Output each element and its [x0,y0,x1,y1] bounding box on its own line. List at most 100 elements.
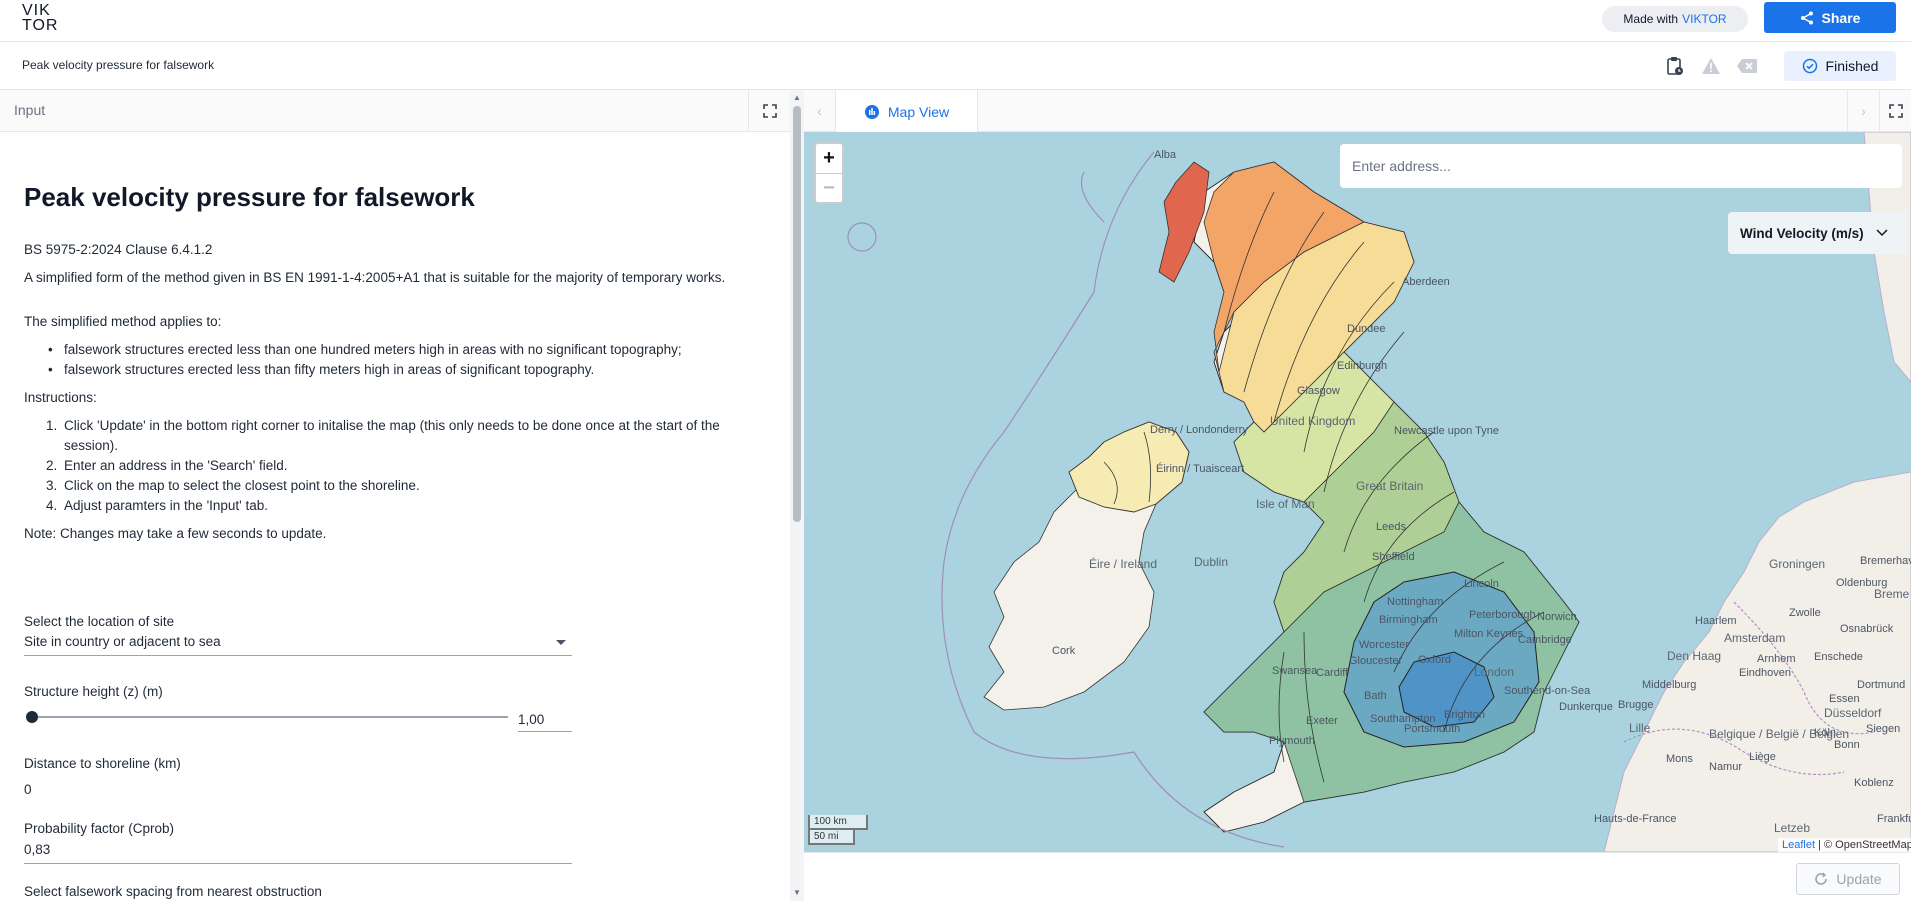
map-label: Norwich [1537,611,1577,623]
clear-icon[interactable] [1735,54,1759,78]
expand-input-button[interactable] [748,90,790,132]
zoom-in-button[interactable]: + [816,144,842,173]
map-label: Bath [1364,690,1387,702]
map-attribution: Leaflet | © OpenStreetMap [1778,838,1911,852]
map-label: Cork [1052,645,1076,657]
distance-label: Distance to shoreline (km) [24,756,181,771]
location-label: Select the location of site [24,614,175,629]
map-label: Peterborough [1469,609,1536,621]
input-scrollbar[interactable]: ▲ ▼ [790,90,804,901]
viktor-logo[interactable]: VIK TOR [22,3,62,37]
map-label: Middelburg [1642,679,1696,691]
spacing-label: Select falsework spacing from nearest ob… [24,884,322,899]
map-label: Essen [1829,693,1860,705]
map-label: Enschede [1814,651,1863,663]
map-label: Mons [1666,753,1693,765]
next-view-button[interactable]: › [1847,90,1879,132]
page-title: Peak velocity pressure for falsework [24,182,475,212]
map-label: Brugge [1618,699,1653,711]
distance-value[interactable]: 0 [24,782,32,797]
address-search-input[interactable]: Enter address... [1340,144,1902,188]
prev-view-button[interactable]: ‹ [804,90,836,132]
instruction-step: 4. Adjust paramters in the 'Input' tab. [46,496,764,516]
map-label: Dundee [1347,323,1386,335]
map-label: Southend-on-Sea [1504,685,1591,697]
map-label: Amsterdam [1724,631,1785,645]
scroll-thumb[interactable] [793,106,801,522]
step-number: 2. [46,458,58,473]
map-label: Haarlem [1695,615,1737,627]
step-text: Click 'Update' in the bottom right corne… [64,418,720,453]
map-label: Great Britain [1356,479,1423,493]
map-label: Zwolle [1789,607,1821,619]
share-button[interactable]: Share [1764,2,1896,33]
zoom-out-button[interactable]: − [816,173,842,202]
fullscreen-icon [762,104,777,118]
app-title: Peak velocity pressure for falsework [22,58,215,72]
attribution-text: | © OpenStreetMap [1818,839,1911,851]
update-button[interactable]: Update [1796,863,1900,895]
legend-label: Wind Velocity (m/s) [1740,225,1864,241]
top-bar: VIK TOR Made with VIKTOR Share [0,0,1911,42]
made-with-badge[interactable]: Made with VIKTOR [1602,6,1748,32]
applies-text: The simplified method applies to: [24,314,222,329]
map-label: Glasgow [1297,385,1340,397]
bullet-item: falsework structures erected less than o… [48,340,764,360]
map-label: Birmingham [1379,614,1438,626]
intro-text: A simplified form of the method given in… [24,270,726,285]
map-label: Osnabrück [1840,623,1894,635]
chevron-right-icon: › [1861,103,1866,119]
chevron-down-icon [556,640,566,645]
tab-input[interactable]: Input [14,102,45,118]
map-canvas[interactable]: Aberdeen Dundee Edinburgh Glasgow United… [804,132,1911,852]
location-select[interactable]: Site in country or adjacent to sea [24,628,572,656]
scroll-up-icon[interactable]: ▲ [793,93,801,102]
status-badge: Finished [1784,51,1896,81]
map-label: Dunkerque [1559,701,1613,713]
share-label: Share [1821,9,1861,26]
location-value: Site in country or adjacent to sea [24,634,221,649]
made-with-label: Made with [1623,12,1679,26]
clipboard-icon[interactable] [1663,54,1687,78]
map-label: Oxford [1418,654,1451,666]
step-number: 3. [46,478,58,493]
map-label: Gloucester [1349,655,1403,667]
map-label: Portsmouth [1404,723,1460,735]
leaflet-link[interactable]: Leaflet [1782,839,1815,851]
height-slider-thumb[interactable] [26,711,38,723]
height-input[interactable]: 1,00 [518,704,572,732]
clause-text: BS 5975-2:2024 Clause 6.4.1.2 [24,242,213,257]
height-slider[interactable] [28,716,508,718]
map-label: Worcester [1359,639,1409,651]
made-with-brand: VIKTOR [1682,12,1727,26]
map-label: Den Haag [1667,649,1721,663]
legend-toggle[interactable]: Wind Velocity (m/s) [1728,212,1908,254]
tab-map-view[interactable]: Map View [836,90,978,133]
rockall-marker [847,222,877,252]
map-label: Aberdeen [1402,276,1450,288]
bottom-bar: Update [804,852,1911,901]
map-label: Isle of Man [1256,497,1315,511]
map-label: Swansea [1272,665,1318,677]
note-text: Note: Changes may take a few seconds to … [24,526,327,541]
map-label: Belgique / België / Belgien [1709,727,1849,741]
map-label: London [1474,665,1514,679]
tab-map-view-label: Map View [887,103,950,120]
sub-bar: Peak velocity pressure for falsework Fin… [0,42,1911,90]
expand-view-button[interactable] [1879,90,1911,132]
check-circle-icon [1802,58,1817,74]
map-label: Milton Keynes [1454,628,1524,640]
refresh-icon [1815,872,1828,885]
map-label: Groningen [1769,557,1825,571]
map-label: Derry / Londonderry [1150,424,1248,436]
map-label: Edinburgh [1337,360,1387,372]
map-view-icon [864,104,879,119]
view-panel: ‹ Map View › Aberdeen Dundee Edinburgh G… [804,90,1911,901]
update-label: Update [1836,871,1882,887]
share-icon [1800,11,1813,24]
prob-input[interactable]: 0,83 [24,836,572,864]
prob-label: Probability factor (Cprob) [24,821,175,836]
scroll-down-icon[interactable]: ▼ [793,888,801,897]
map-label: Lille [1629,721,1651,735]
warning-icon[interactable] [1699,54,1723,78]
